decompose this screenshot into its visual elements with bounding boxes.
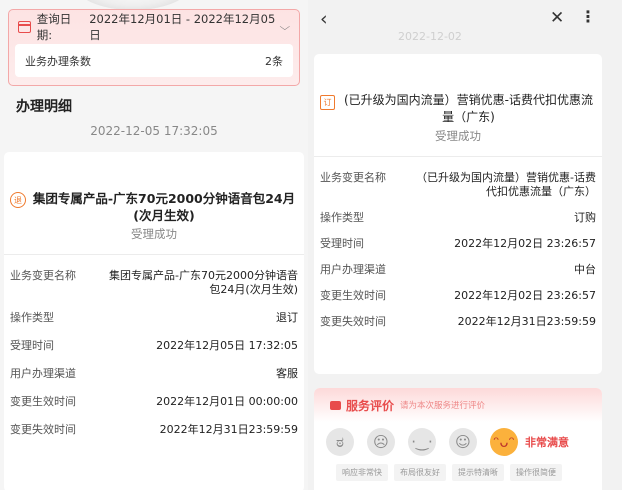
row-key: 业务变更名称 xyxy=(10,269,76,282)
row-value: 集团专属产品-广东70元2000分钟语音包24月(次月生效) xyxy=(109,269,298,296)
very-satisfied-label: 非常满意 xyxy=(525,436,569,449)
more-icon[interactable]: ⋮ xyxy=(580,7,596,26)
detail-row: 变更生效时间 2022年12月02日 23:26:57 xyxy=(320,289,596,315)
product-title: (已升级为国内流量）营销优惠-话费代扣优惠流量（广东) xyxy=(343,93,593,124)
row-value: 2022年12月01日 00:00:00 xyxy=(156,395,298,408)
row-key: 变更失效时间 xyxy=(320,315,386,328)
feedback-tag[interactable]: 提示特清晰 xyxy=(452,464,504,481)
feedback-tag[interactable]: 操作很简便 xyxy=(510,464,562,481)
row-key: 变更失效时间 xyxy=(10,423,76,436)
count-row: 业务办理条数 2条 xyxy=(15,44,293,77)
detail-row: 受理时间 2022年12月05日 17:32:05 xyxy=(10,339,298,367)
date-range: 2022年12月01日 - 2022年12月05日 xyxy=(89,12,276,42)
smile-face-icon[interactable]: ☺ xyxy=(449,428,477,456)
row-value: 2022年12月05日 17:32:05 xyxy=(156,339,298,352)
row-key: 操作类型 xyxy=(10,311,54,324)
record-timestamp: 2022-12-05 17:32:05 xyxy=(90,124,218,138)
evaluation-subtitle: 请为本次服务进行评价 xyxy=(400,401,486,411)
left-screen: 查询日期: 2022年12月01日 - 2022年12月05日 ⌵ 业务办理条数… xyxy=(0,0,308,490)
detail-row: 用户办理渠道 中台 xyxy=(320,263,596,289)
row-key: 受理时间 xyxy=(10,339,54,352)
feedback-tag[interactable]: 布局很友好 xyxy=(394,464,446,481)
detail-row: 业务变更名称 集团专属产品-广东70元2000分钟语音包24月(次月生效) xyxy=(10,269,298,311)
detail-card: 退 集团专属产品-广东70元2000分钟语音包24月(次月生效) 受理成功 业务… xyxy=(4,152,304,490)
faded-header-text: 2022-12-02 xyxy=(398,30,462,43)
row-value: 退订 xyxy=(276,311,298,324)
detail-row: 变更生效时间 2022年12月01日 00:00:00 xyxy=(10,395,298,423)
product-header: 订 (已升级为国内流量）营销优惠-话费代扣优惠流量（广东) xyxy=(314,54,602,126)
row-key: 受理时间 xyxy=(320,237,364,250)
section-title: 办理明细 xyxy=(16,99,72,115)
service-evaluation-card: 服务评价 请为本次服务进行评价 ಠ ☹ ·‿· ☺ ᵔᴗᵔ 非常满意 响应非常快… xyxy=(314,388,602,490)
date-filter[interactable]: 查询日期: 2022年12月01日 - 2022年12月05日 ⌵ xyxy=(9,10,299,44)
row-key: 用户办理渠道 xyxy=(320,263,386,276)
row-key: 变更生效时间 xyxy=(10,395,76,408)
row-key: 变更生效时间 xyxy=(320,289,386,302)
row-value: 2022年12月02日 23:26:57 xyxy=(454,289,596,302)
top-bar: ‹ ✕ ⋮ xyxy=(312,0,622,44)
chevron-down-icon[interactable]: ⌵ xyxy=(280,22,291,33)
evaluation-header: 服务评价 请为本次服务进行评价 xyxy=(314,388,602,422)
back-icon[interactable]: ‹ xyxy=(320,8,328,30)
evaluation-title: 服务评价 xyxy=(346,398,395,413)
row-value: 中台 xyxy=(574,263,596,276)
detail-row: 操作类型 订购 xyxy=(320,211,596,237)
detail-row: 操作类型 退订 xyxy=(10,311,298,339)
row-key: 业务变更名称 xyxy=(320,171,386,184)
detail-row: 受理时间 2022年12月02日 23:26:57 xyxy=(320,237,596,263)
rating-faces: ಠ ☹ ·‿· ☺ ᵔᴗᵔ 非常满意 xyxy=(314,422,602,456)
neutral-face-icon[interactable]: ·‿· xyxy=(408,428,436,456)
row-value: 客服 xyxy=(276,367,298,380)
row-value: 2022年12月31日23:59:59 xyxy=(457,315,596,328)
product-header: 退 集团专属产品-广东70元2000分钟语音包24月(次月生效) xyxy=(4,152,304,224)
calendar-icon xyxy=(18,21,31,33)
product-icon: 订 xyxy=(320,95,335,110)
status-text: 受理成功 xyxy=(435,129,481,143)
package-icon: 退 xyxy=(10,192,26,208)
row-value: （已升级为国内流量）营销优惠-话费代扣优惠流量（广东） xyxy=(416,171,596,198)
status-text: 受理成功 xyxy=(131,227,177,241)
query-card: 查询日期: 2022年12月01日 - 2022年12月05日 ⌵ 业务办理条数… xyxy=(8,9,300,86)
detail-row: 业务变更名称 （已升级为国内流量）营销优惠-话费代扣优惠流量（广东） xyxy=(320,171,596,211)
row-value: 2022年12月31日23:59:59 xyxy=(159,423,298,436)
detail-row: 用户办理渠道 客服 xyxy=(10,367,298,395)
feedback-tag[interactable]: 响应非常快 xyxy=(336,464,388,481)
row-value: 2022年12月02日 23:26:57 xyxy=(454,237,596,250)
screenshot-stage: 查询日期: 2022年12月01日 - 2022年12月05日 ⌵ 业务办理条数… xyxy=(0,0,622,490)
count-value: 2条 xyxy=(265,54,283,68)
feedback-tags: 响应非常快 布局很友好 提示特清晰 操作很简便 xyxy=(314,456,602,481)
right-screen: ‹ ✕ ⋮ 2022-12-02 订 (已升级为国内流量）营销优惠-话费代扣优惠… xyxy=(312,0,622,490)
date-label: 查询日期: xyxy=(36,12,72,42)
detail-row: 变更失效时间 2022年12月31日23:59:59 xyxy=(320,315,596,341)
chat-icon xyxy=(330,400,341,410)
close-icon[interactable]: ✕ xyxy=(550,8,564,28)
angry-face-icon[interactable]: ಠ xyxy=(326,428,354,456)
product-title: 集团专属产品-广东70元2000分钟语音包24月(次月生效) xyxy=(32,191,296,223)
detail-rows: 业务变更名称 集团专属产品-广东70元2000分钟语音包24月(次月生效) 操作… xyxy=(4,255,304,451)
row-key: 操作类型 xyxy=(320,211,364,224)
detail-rows: 业务变更名称 （已升级为国内流量）营销优惠-话费代扣优惠流量（广东） 操作类型 … xyxy=(314,157,602,341)
count-label: 业务办理条数 xyxy=(25,54,91,68)
sad-face-icon[interactable]: ☹ xyxy=(367,428,395,456)
grin-face-icon[interactable]: ᵔᴗᵔ xyxy=(490,428,518,456)
row-key: 用户办理渠道 xyxy=(10,367,76,380)
row-value: 订购 xyxy=(574,211,596,224)
detail-card-right: 订 (已升级为国内流量）营销优惠-话费代扣优惠流量（广东) 受理成功 业务变更名… xyxy=(314,54,602,374)
detail-row: 变更失效时间 2022年12月31日23:59:59 xyxy=(10,423,298,451)
